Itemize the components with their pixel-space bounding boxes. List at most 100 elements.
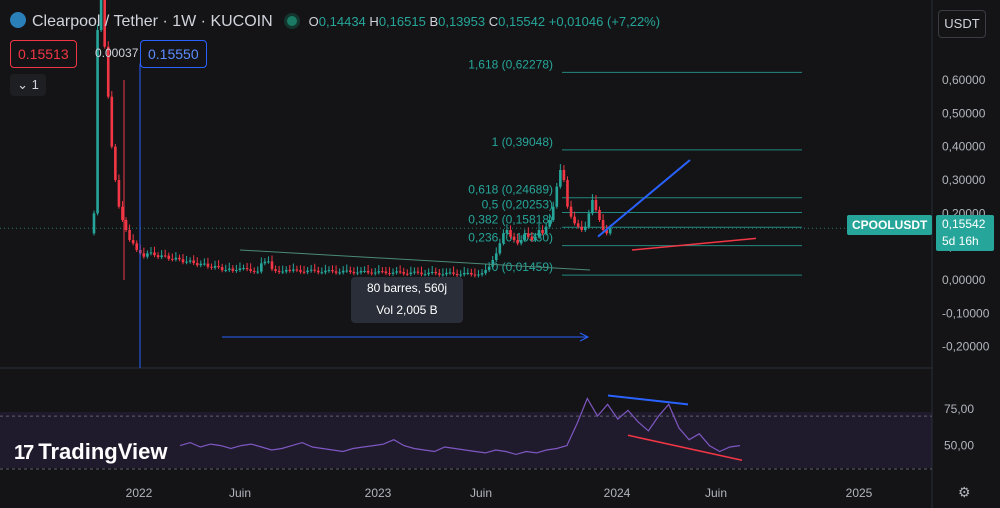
currency-selector[interactable]: USDT [938,10,986,38]
candle-body [252,270,256,272]
candle-body [388,273,391,275]
candle-body [249,269,252,271]
candle-body [217,265,220,268]
candle-body [480,273,484,275]
candle-body [470,272,473,275]
candle-body [548,220,551,227]
candle-body [263,261,267,264]
last-price: 0,15542 [942,217,986,231]
sell-button[interactable]: 0.15513 [10,40,77,68]
bar-countdown: 5d 16h [942,234,979,248]
tradingview-logo[interactable]: 17 TradingView [14,439,167,465]
candle-body [534,236,537,240]
candle-body [566,180,569,207]
candle-body [594,200,598,210]
candle-body [231,268,235,271]
tradingview-mark-icon: 17 [14,442,34,464]
candle-body [420,272,423,275]
candle-body [167,255,171,259]
candle-body [295,269,299,271]
chart-canvas[interactable]: 1,618 (0,62278) 1 (0,39048) 0,618 (0,24689… [0,0,1000,508]
candle-body [512,236,516,240]
candle-body [409,272,413,275]
candle-body [178,257,181,260]
candle-body [128,230,131,240]
candle-body [537,230,541,237]
candle-body [544,226,548,234]
candle-body [583,226,587,230]
symbol-title[interactable]: Clearpool / Tether · 1W · KUCOIN [32,13,273,30]
candle-body [416,271,420,273]
volume-label: Vol 2,005 B [376,303,438,317]
candle-body [473,274,477,276]
candle-body [384,271,388,274]
layout-toggle[interactable]: ⌄ 1 [10,74,46,96]
candle-body [277,270,281,272]
candle-body [331,270,334,272]
candle-body [455,273,459,276]
clearpool-coin-icon [10,12,26,28]
candle-body [149,252,153,254]
candle-body [498,243,502,254]
candle-body [580,226,584,230]
candle-body [502,233,505,244]
bars-label: 80 barres, 560j [366,281,448,295]
market-status-icon[interactable] [286,16,297,26]
candle-body [338,272,341,274]
candle-body [110,96,114,147]
fib-level-label: 0,5 (0,20253) [482,197,553,211]
candle-body [452,272,455,274]
candle-body [359,270,363,273]
candle-body [352,271,356,274]
gear-icon[interactable]: ⚙ [958,484,971,501]
symbol-price-label: CPOOLUSDT [847,215,933,235]
candle-body [608,228,612,234]
candle-body [195,263,199,266]
candle-body [309,269,313,271]
candle-body [288,269,292,271]
y-tick-label: 0,00000 [942,273,986,287]
x-tick-label: 2024 [604,486,631,500]
fib-level-label: 0,382 (0,15818) [468,212,553,226]
candle-body [587,213,591,227]
candle-body [523,233,527,240]
candle-body [434,272,438,274]
chart-header: Clearpool / Tether · 1W · KUCOIN O0,14434… [10,12,660,31]
candle-body [299,270,302,272]
candle-body [377,271,381,273]
rsi-tick-label: 75,00 [944,402,974,416]
candle-body [302,271,306,273]
candle-body [576,223,580,227]
candle-body [320,272,324,274]
candle-body [92,213,96,234]
candle-body [559,170,562,187]
candle-body [505,230,509,234]
candle-body [519,240,523,244]
candle-body [174,257,178,260]
y-tick-label: -0,10000 [942,306,990,320]
candle-body [181,259,185,263]
x-tick-label: 2022 [126,486,153,500]
candle-body [477,274,480,276]
candle-body [163,255,167,257]
candle-body [445,272,448,275]
candle-body [448,272,452,274]
candle-body [438,273,441,275]
candle-body [370,272,373,274]
candle-body [487,266,491,270]
candle-body [213,265,217,268]
candle-body [527,233,530,237]
candle-body [391,272,395,274]
buy-button[interactable]: 0.15550 [140,40,207,68]
candle-body [121,206,124,220]
candle-body [227,268,231,270]
candle-body [366,270,370,273]
candle-body [398,271,402,273]
x-tick-label: Juin [470,486,492,500]
candle-body [316,270,320,273]
candle-body [356,272,359,274]
candle-body [345,270,349,272]
candle-body [462,272,466,275]
candle-body [124,220,128,230]
candle-body [146,253,149,257]
